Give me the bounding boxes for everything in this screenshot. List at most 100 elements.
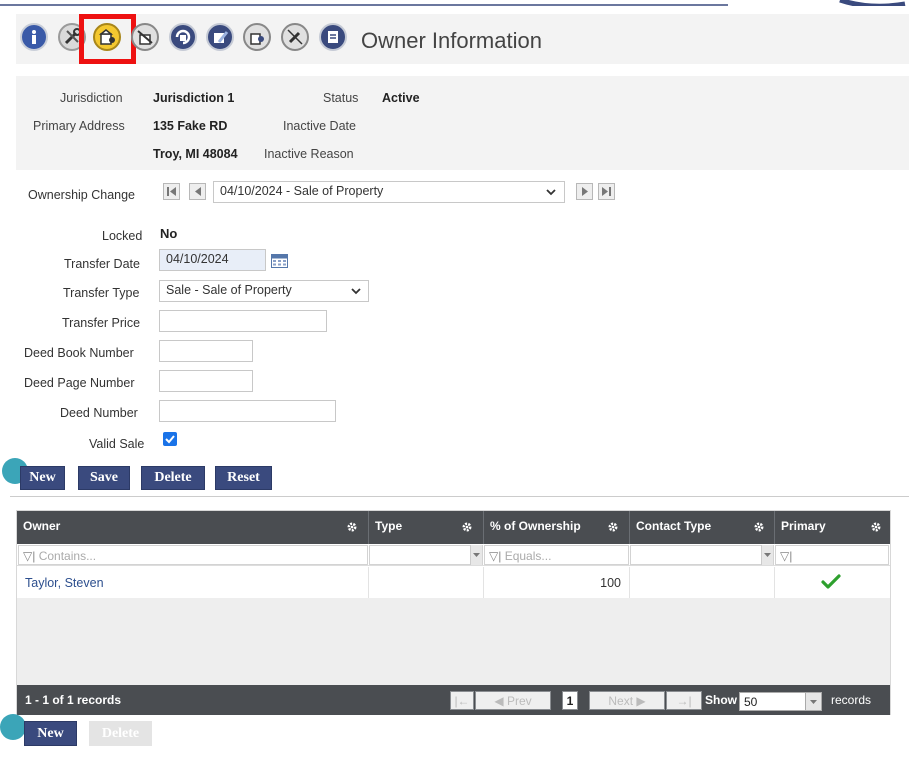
pencil-off-icon[interactable]: [281, 23, 309, 51]
page-title: Owner Information: [361, 28, 542, 53]
records-label: records: [831, 693, 872, 707]
inactive-reason-label: Inactive Reason: [264, 147, 354, 161]
bottom-delete-button[interactable]: Delete: [89, 721, 152, 746]
page-size-dropdown-arrow[interactable]: [805, 692, 822, 711]
valid-sale-label: Valid Sale: [89, 437, 145, 451]
transfer-date-input[interactable]: 04/10/2024: [159, 249, 266, 271]
column-header-contact-type[interactable]: Contact Type: [630, 511, 775, 544]
last-icon: [601, 187, 611, 196]
building-edit-icon[interactable]: [206, 23, 234, 51]
transfer-type-select[interactable]: Sale - Sale of Property: [159, 280, 369, 302]
type-filter-select[interactable]: [369, 545, 483, 565]
last-record-button[interactable]: [598, 183, 615, 200]
ownership-change-value: 04/10/2024 - Sale of Property: [220, 184, 384, 198]
primary-cell: [775, 567, 890, 598]
next-page-button[interactable]: Next ▶: [589, 691, 665, 710]
show-label: Show: [705, 693, 737, 707]
owner-link[interactable]: Taylor, Steven: [25, 576, 104, 590]
locked-label: Locked: [102, 229, 143, 243]
calendar-icon[interactable]: [271, 252, 289, 269]
chevron-down-icon: [546, 189, 556, 196]
prev-icon: [194, 187, 201, 196]
column-header-ownership[interactable]: % of Ownership: [484, 511, 630, 544]
column-header-owner[interactable]: Owner: [17, 511, 369, 544]
type-cell: [369, 567, 484, 598]
address-line1: 135 Fake RD: [153, 119, 228, 133]
type-filter-dropdown-arrow[interactable]: [470, 545, 482, 565]
transfer-type-value: Sale - Sale of Property: [166, 283, 292, 297]
gear-icon[interactable]: [608, 522, 618, 532]
gear-icon[interactable]: [871, 522, 881, 532]
locked-value: No: [160, 226, 178, 241]
document-icon[interactable]: [319, 23, 347, 51]
chevron-down-icon: [351, 288, 361, 295]
grid-empty-area: [17, 598, 890, 685]
deed-number-input[interactable]: [159, 400, 336, 422]
bottom-new-button[interactable]: New: [24, 721, 77, 746]
building-person-icon[interactable]: [243, 23, 271, 51]
building-rotate-icon[interactable]: [169, 23, 197, 51]
chevron-down-icon: [764, 553, 771, 557]
filter-icon: ▽|: [780, 549, 793, 563]
first-record-button[interactable]: [163, 183, 180, 200]
ownership-filter-input[interactable]: ▽| Equals...: [484, 545, 629, 565]
owner-filter-input[interactable]: ▽| Contains...: [18, 545, 368, 565]
ownership-change-select[interactable]: 04/10/2024 - Sale of Property: [213, 181, 565, 203]
selected-tool-highlight: [79, 14, 136, 64]
last-page-icon: →|: [676, 693, 692, 708]
status-label: Status: [323, 91, 359, 105]
jurisdiction-value: Jurisdiction 1: [153, 91, 235, 105]
last-page-button[interactable]: →|: [666, 691, 702, 710]
contact-type-filter-select[interactable]: [630, 545, 774, 565]
tools-building-icon[interactable]: [131, 23, 159, 51]
gear-icon[interactable]: [754, 522, 764, 532]
first-page-button[interactable]: |←: [450, 691, 474, 710]
primary-address-label: Primary Address: [33, 119, 125, 133]
filter-icon: ▽|: [489, 549, 502, 563]
gear-icon[interactable]: [462, 522, 472, 532]
owner-cell[interactable]: Taylor, Steven: [17, 567, 369, 598]
step-marker: [0, 714, 26, 740]
reset-button[interactable]: Reset: [215, 466, 272, 490]
top-accent-line: [0, 0, 906, 6]
address-line2: Troy, MI 48084: [153, 147, 238, 161]
records-count: 1 - 1 of 1 records: [25, 693, 122, 707]
transfer-date-label: Transfer Date: [64, 257, 140, 271]
new-button[interactable]: New: [20, 466, 65, 490]
valid-sale-checkbox[interactable]: [163, 432, 177, 446]
prev-page-button[interactable]: ◀ Prev: [475, 691, 551, 710]
transfer-price-input[interactable]: [159, 310, 327, 332]
deed-page-input[interactable]: [159, 370, 253, 392]
next-record-button[interactable]: [576, 183, 593, 200]
transfer-price-label: Transfer Price: [62, 316, 141, 330]
transfer-date-value: 04/10/2024: [166, 252, 229, 266]
column-header-type[interactable]: Type: [369, 511, 484, 544]
status-value: Active: [382, 91, 420, 105]
previous-record-button[interactable]: [189, 183, 206, 200]
current-page-input[interactable]: 1: [562, 691, 578, 710]
inactive-date-label: Inactive Date: [283, 119, 356, 133]
delete-button[interactable]: Delete: [141, 466, 205, 490]
table-row[interactable]: Taylor, Steven 100: [17, 567, 890, 598]
contact-type-filter-dropdown-arrow[interactable]: [761, 545, 773, 565]
grid-header: Owner Type % of Ownership Contact Type P…: [17, 511, 890, 544]
save-button[interactable]: Save: [78, 466, 130, 490]
check-icon: [821, 574, 841, 589]
contact-type-cell: [630, 567, 775, 598]
next-arrow-icon: ▶: [633, 693, 646, 708]
deed-book-label: Deed Book Number: [24, 346, 134, 360]
jurisdiction-label: Jurisdiction: [60, 91, 123, 105]
filter-icon: ▽|: [23, 549, 36, 563]
transfer-type-label: Transfer Type: [63, 286, 140, 300]
info-icon[interactable]: [20, 23, 48, 51]
next-icon: [581, 187, 588, 196]
primary-filter-input[interactable]: ▽|: [775, 545, 889, 565]
gear-icon[interactable]: [347, 522, 357, 532]
section-divider: [10, 496, 909, 497]
grid-footer: 1 - 1 of 1 records |← ◀ Prev 1 Next ▶ →|…: [17, 685, 890, 715]
deed-book-input[interactable]: [159, 340, 253, 362]
column-header-primary[interactable]: Primary: [775, 511, 890, 544]
ownership-cell: 100: [484, 567, 630, 598]
prev-arrow-icon: ◀: [494, 693, 507, 708]
ownership-change-label: Ownership Change: [28, 188, 136, 202]
